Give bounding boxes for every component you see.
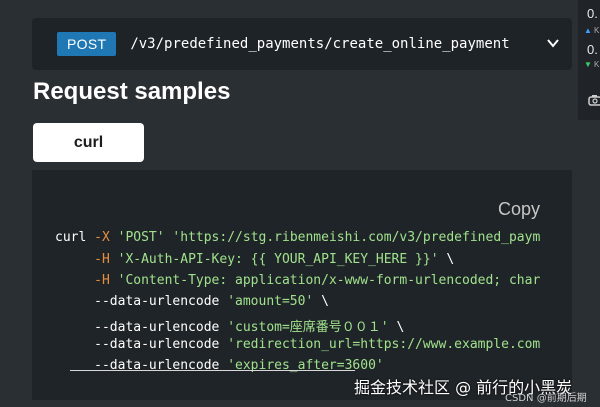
code-token-plain: \ [313, 294, 329, 309]
code-token-plain: --data-urlencode [55, 337, 228, 352]
arrow-down-icon: ▼ [584, 60, 592, 69]
code-token-plain: --data-urlencode [55, 320, 228, 335]
section-title: Request samples [33, 78, 231, 105]
underline-divider [70, 370, 355, 371]
code-line: --data-urlencode 'redirection_url=https:… [55, 337, 540, 352]
tab-curl[interactable]: curl [33, 123, 144, 162]
code-token-str: 'https://stg.ribenmeishi.com/v3/predefin… [172, 230, 541, 245]
arrow-up-icon: ▲ [584, 26, 592, 35]
code-token-str: 'amount=50' [227, 294, 314, 309]
code-token-str: 'POST' [117, 230, 165, 245]
code-line: -H 'X-Auth-API-Key: {{ YOUR_API_KEY_HERE… [55, 252, 454, 267]
camera-icon[interactable] [588, 94, 600, 106]
code-token-plain: \ [388, 320, 405, 335]
code-sample-panel: Copy curl -X 'POST' 'https://stg.ribenme… [32, 170, 572, 400]
method-badge: POST [57, 32, 117, 56]
code-token-plain: \ [438, 252, 455, 267]
code-token-flag: -X [94, 230, 110, 245]
copy-button[interactable]: Copy [498, 199, 540, 220]
code-line: --data-urlencode 'amount=50' \ [55, 294, 329, 309]
endpoint-path: /v3/predefined_payments/create_online_pa… [130, 36, 510, 52]
code-token-flag: -H [94, 273, 110, 288]
code-token-plain: curl [55, 230, 95, 245]
code-token-str: 'redirection_url=https://www.example.com [227, 337, 541, 352]
code-token-str: 'X-Auth-API-Key: {{ YOUR_API_KEY_HERE }}… [117, 252, 439, 267]
code-line: --data-urlencode 'custom=座席番号００１' \ [55, 316, 404, 335]
code-token-flag: -H [94, 252, 110, 267]
top-value: 0. [587, 6, 598, 21]
chevron-down-icon[interactable] [546, 36, 560, 50]
code-token-str: 'Content-Type: application/x-www-form-ur… [117, 273, 541, 288]
endpoint-bar[interactable]: POST /v3/predefined_payments/create_onli… [32, 18, 572, 70]
code-line: -H 'Content-Type: application/x-www-form… [55, 273, 540, 288]
code-line: curl -X 'POST' 'https://stg.ribenmeishi.… [55, 230, 540, 245]
code-token-str: 'custom=座席番号００１' [227, 320, 389, 335]
code-token-plain: --data-urlencode [55, 294, 228, 309]
bottom-value: 0. [587, 42, 598, 57]
csdn-watermark: CSDN @前期后期 [505, 393, 587, 404]
